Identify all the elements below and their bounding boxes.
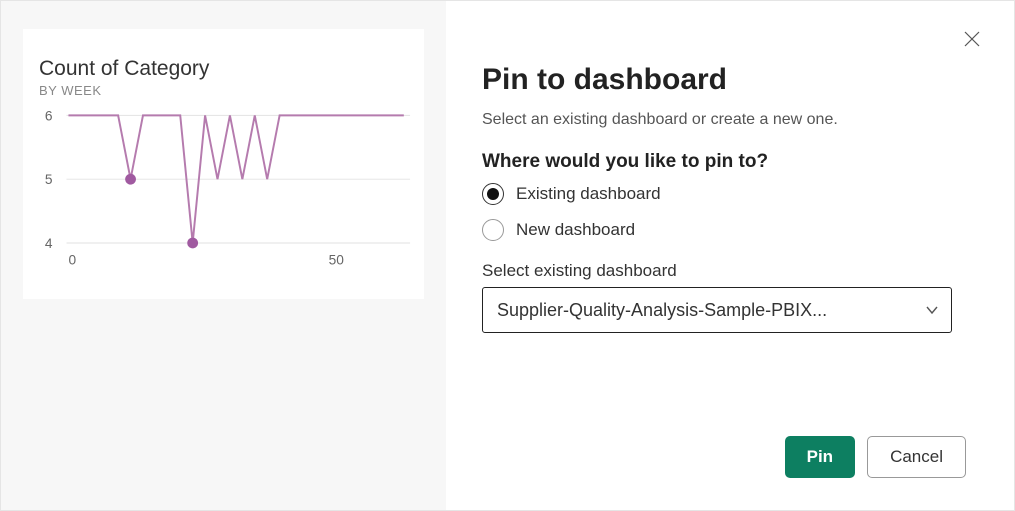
- chart-marker: [125, 174, 136, 185]
- preview-pane: Count of Category BY WEEK 6 5 4 0 50: [1, 1, 446, 510]
- radio-label-existing: Existing dashboard: [516, 184, 661, 204]
- select-dashboard-dropdown[interactable]: Supplier-Quality-Analysis-Sample-PBIX...: [482, 287, 952, 333]
- y-tick-6: 6: [45, 108, 53, 123]
- chart-marker: [187, 238, 198, 249]
- chevron-down-icon: [925, 303, 939, 317]
- radio-label-new: New dashboard: [516, 220, 635, 240]
- chart-preview-card: Count of Category BY WEEK 6 5 4 0 50: [23, 29, 424, 299]
- close-icon: [964, 31, 980, 47]
- select-dashboard-label: Select existing dashboard: [482, 261, 966, 281]
- x-tick-50: 50: [329, 253, 345, 268]
- dialog-description: Select an existing dashboard or create a…: [482, 111, 966, 129]
- y-tick-4: 4: [45, 236, 53, 251]
- radio-checked-icon: [482, 183, 504, 205]
- close-button[interactable]: [964, 31, 984, 51]
- chart-title: Count of Category: [39, 57, 412, 81]
- chart-svg: 6 5 4 0 50: [39, 104, 412, 274]
- chart-subtitle: BY WEEK: [39, 83, 412, 98]
- y-tick-5: 5: [45, 172, 53, 187]
- cancel-button[interactable]: Cancel: [867, 436, 966, 478]
- pin-button[interactable]: Pin: [785, 436, 855, 478]
- select-dashboard-value: Supplier-Quality-Analysis-Sample-PBIX...: [497, 300, 917, 321]
- dialog-pane: Pin to dashboard Select an existing dash…: [446, 1, 1014, 510]
- dialog-footer: Pin Cancel: [482, 436, 966, 482]
- radio-new-dashboard[interactable]: New dashboard: [482, 219, 966, 241]
- x-tick-0: 0: [68, 253, 76, 268]
- radio-unchecked-icon: [482, 219, 504, 241]
- where-label: Where would you like to pin to?: [482, 151, 966, 173]
- radio-existing-dashboard[interactable]: Existing dashboard: [482, 183, 966, 205]
- dialog-title: Pin to dashboard: [482, 63, 966, 97]
